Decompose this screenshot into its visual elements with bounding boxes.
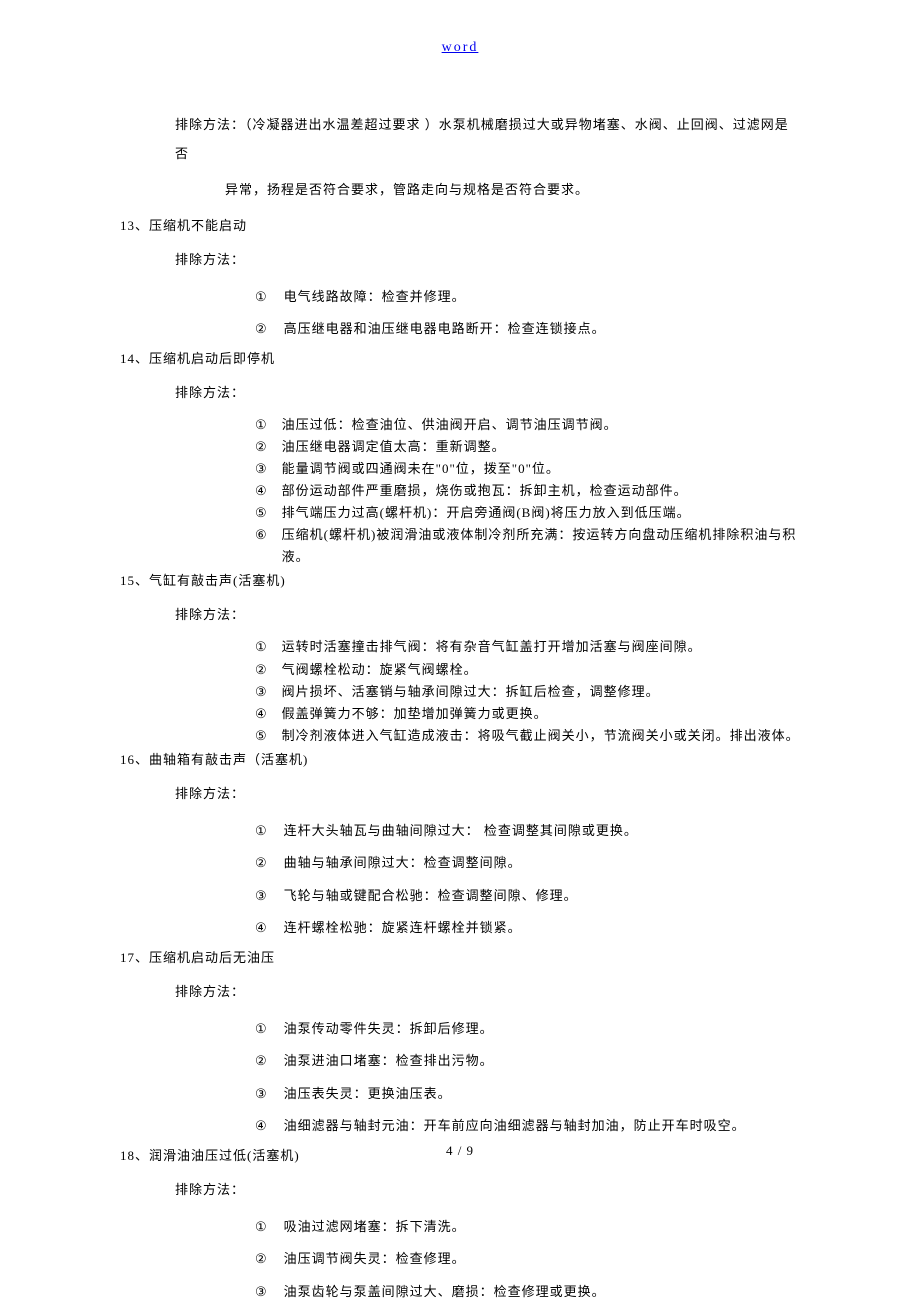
section-sub-15: 排除方法：: [175, 602, 800, 628]
list-marker: ④: [255, 480, 268, 502]
list-item: ① 电气线路故障：检查并修理。: [255, 281, 800, 314]
section-title-15: 15、气缸有敲击声(活塞机): [120, 568, 800, 594]
list-item: ④ 连杆螺栓松驰：旋紧连杆螺栓并锁紧。: [255, 912, 800, 945]
list-text: 油压继电器调定值太高：重新调整。: [282, 436, 506, 458]
list-text: 排气端压力过高(螺杆机)：开启旁通阀(B阀)将压力放入到低压端。: [282, 502, 691, 524]
list-marker: ④: [255, 1110, 268, 1143]
list-marker: ⑤: [255, 725, 268, 747]
list-text: 油压调节阀失灵：检查修理。: [284, 1243, 466, 1276]
list-marker: ④: [255, 703, 268, 725]
list-item: ③ 能量调节阀或四通阀未在"0"位，拨至"0"位。: [255, 458, 800, 480]
list-item: ② 气阀螺栓松动：旋紧气阀螺栓。: [255, 659, 800, 681]
list-item: ③ 油泵齿轮与泵盖间隙过大、磨损：检查修理或更换。: [255, 1276, 800, 1308]
list-item: ③ 油压表失灵：更换油压表。: [255, 1078, 800, 1111]
list-text: 连杆大头轴瓦与曲轴间隙过大： 检查调整其间隙或更换。: [284, 815, 638, 848]
list-item: ② 曲轴与轴承间隙过大：检查调整间隙。: [255, 847, 800, 880]
document-content: 排除方法：（冷凝器进出水温差超过要求 ）水泵机械磨损过大或异物堵塞、水阀、止回阀…: [0, 111, 920, 1308]
list-item: ① 油泵传动零件失灵：拆卸后修理。: [255, 1013, 800, 1046]
section-title-16: 16、曲轴箱有敲击声（活塞机): [120, 747, 800, 773]
list-text: 高压继电器和油压继电器电路断开：检查连锁接点。: [284, 313, 606, 346]
section-title-17: 17、压缩机启动后无油压: [120, 945, 800, 971]
section-list-13: ① 电气线路故障：检查并修理。 ② 高压继电器和油压继电器电路断开：检查连锁接点。: [255, 281, 800, 346]
list-item: ② 油压继电器调定值太高：重新调整。: [255, 436, 800, 458]
list-marker: ③: [255, 1078, 268, 1111]
list-text: 压缩机(螺杆机)被润滑油或液体制冷剂所充满：按运转方向盘动压缩机排除积油与积液。: [282, 524, 800, 568]
section-list-15: ① 运转时活塞撞击排气阀：将有杂音气缸盖打开增加活塞与阀座间隙。 ② 气阀螺栓松动：旋…: [255, 636, 800, 746]
list-item: ② 油压调节阀失灵：检查修理。: [255, 1243, 800, 1276]
list-marker: ⑥: [255, 524, 268, 568]
list-text: 假盖弹簧力不够：加垫增加弹簧力或更换。: [282, 703, 548, 725]
list-item: ④ 油细滤器与轴封元油：开车前应向油细滤器与轴封加油，防止开车时吸空。: [255, 1110, 800, 1143]
list-text: 运转时活塞撞击排气阀：将有杂音气缸盖打开增加活塞与阀座间隙。: [282, 636, 702, 658]
list-item: ① 吸油过滤网堵塞：拆下清洗。: [255, 1211, 800, 1244]
page-header: word: [0, 40, 920, 56]
intro-line-2: 异常，扬程是否符合要求，管路走向与规格是否符合要求。: [225, 176, 800, 205]
list-marker: ①: [255, 281, 268, 314]
list-text: 油细滤器与轴封元油：开车前应向油细滤器与轴封加油，防止开车时吸空。: [284, 1110, 746, 1143]
section-list-14: ① 油压过低：检查油位、供油阀开启、调节油压调节阀。 ② 油压继电器调定值太高：重新调…: [255, 414, 800, 569]
list-text: 油压表失灵：更换油压表。: [284, 1078, 452, 1111]
list-item: ③ 阀片损坏、活塞销与轴承间隙过大：拆缸后检查，调整修理。: [255, 681, 800, 703]
list-marker: ③: [255, 681, 268, 703]
list-text: 能量调节阀或四通阀未在"0"位，拨至"0"位。: [282, 458, 560, 480]
section-title-13: 13、压缩机不能启动: [120, 213, 800, 239]
list-marker: ⑤: [255, 502, 268, 524]
list-text: 油泵进油口堵塞：检查排出污物。: [284, 1045, 494, 1078]
list-marker: ②: [255, 659, 268, 681]
list-marker: ①: [255, 636, 268, 658]
list-item: ④ 部份运动部件严重磨损，烧伤或抱瓦：拆卸主机，检查运动部件。: [255, 480, 800, 502]
list-text: 电气线路故障：检查并修理。: [284, 281, 466, 314]
section-list-18: ① 吸油过滤网堵塞：拆下清洗。 ② 油压调节阀失灵：检查修理。 ③ 油泵齿轮与泵盖间隙过大…: [255, 1211, 800, 1308]
list-text: 阀片损坏、活塞销与轴承间隙过大：拆缸后检查，调整修理。: [282, 681, 660, 703]
page-footer: 4 / 9: [0, 1143, 920, 1159]
list-item: ④ 假盖弹簧力不够：加垫增加弹簧力或更换。: [255, 703, 800, 725]
section-list-16: ① 连杆大头轴瓦与曲轴间隙过大： 检查调整其间隙或更换。 ② 曲轴与轴承间隙过大：检查…: [255, 815, 800, 945]
list-item: ① 连杆大头轴瓦与曲轴间隙过大： 检查调整其间隙或更换。: [255, 815, 800, 848]
section-title-14: 14、压缩机启动后即停机: [120, 346, 800, 372]
list-text: 油压过低：检查油位、供油阀开启、调节油压调节阀。: [282, 414, 618, 436]
list-item: ② 高压继电器和油压继电器电路断开：检查连锁接点。: [255, 313, 800, 346]
list-marker: ②: [255, 436, 268, 458]
list-text: 制冷剂液体进入气缸造成液击：将吸气截止阀关小，节流阀关小或关闭。排出液体。: [282, 725, 800, 747]
list-text: 连杆螺栓松驰：旋紧连杆螺栓并锁紧。: [284, 912, 522, 945]
list-marker: ③: [255, 458, 268, 480]
section-sub-14: 排除方法：: [175, 380, 800, 406]
list-marker: ②: [255, 847, 268, 880]
list-marker: ②: [255, 1243, 268, 1276]
list-marker: ③: [255, 1276, 268, 1308]
section-sub-18: 排除方法：: [175, 1177, 800, 1203]
list-item: ⑥ 压缩机(螺杆机)被润滑油或液体制冷剂所充满：按运转方向盘动压缩机排除积油与积液…: [255, 524, 800, 568]
list-text: 部份运动部件严重磨损，烧伤或抱瓦：拆卸主机，检查运动部件。: [282, 480, 688, 502]
list-text: 吸油过滤网堵塞：拆下清洗。: [284, 1211, 466, 1244]
section-sub-17: 排除方法：: [175, 979, 800, 1005]
list-item: ⑤ 排气端压力过高(螺杆机)：开启旁通阀(B阀)将压力放入到低压端。: [255, 502, 800, 524]
list-marker: ④: [255, 912, 268, 945]
section-sub-13: 排除方法：: [175, 247, 800, 273]
list-item: ② 油泵进油口堵塞：检查排出污物。: [255, 1045, 800, 1078]
section-sub-16: 排除方法：: [175, 781, 800, 807]
list-item: ① 油压过低：检查油位、供油阀开启、调节油压调节阀。: [255, 414, 800, 436]
list-marker: ②: [255, 1045, 268, 1078]
list-item: ⑤ 制冷剂液体进入气缸造成液击：将吸气截止阀关小，节流阀关小或关闭。排出液体。: [255, 725, 800, 747]
section-list-17: ① 油泵传动零件失灵：拆卸后修理。 ② 油泵进油口堵塞：检查排出污物。 ③ 油压表失灵：更…: [255, 1013, 800, 1143]
list-text: 油泵传动零件失灵：拆卸后修理。: [284, 1013, 494, 1046]
list-marker: ①: [255, 815, 268, 848]
list-text: 油泵齿轮与泵盖间隙过大、磨损：检查修理或更换。: [284, 1276, 606, 1308]
list-text: 飞轮与轴或键配合松驰：检查调整间隙、修理。: [284, 880, 578, 913]
list-marker: ③: [255, 880, 268, 913]
list-marker: ①: [255, 1211, 268, 1244]
list-marker: ②: [255, 313, 268, 346]
list-item: ① 运转时活塞撞击排气阀：将有杂音气缸盖打开增加活塞与阀座间隙。: [255, 636, 800, 658]
list-item: ③ 飞轮与轴或键配合松驰：检查调整间隙、修理。: [255, 880, 800, 913]
list-text: 曲轴与轴承间隙过大：检查调整间隙。: [284, 847, 522, 880]
intro-line-1: 排除方法：（冷凝器进出水温差超过要求 ）水泵机械磨损过大或异物堵塞、水阀、止回阀…: [175, 111, 800, 168]
list-marker: ①: [255, 1013, 268, 1046]
list-text: 气阀螺栓松动：旋紧气阀螺栓。: [282, 659, 478, 681]
list-marker: ①: [255, 414, 268, 436]
